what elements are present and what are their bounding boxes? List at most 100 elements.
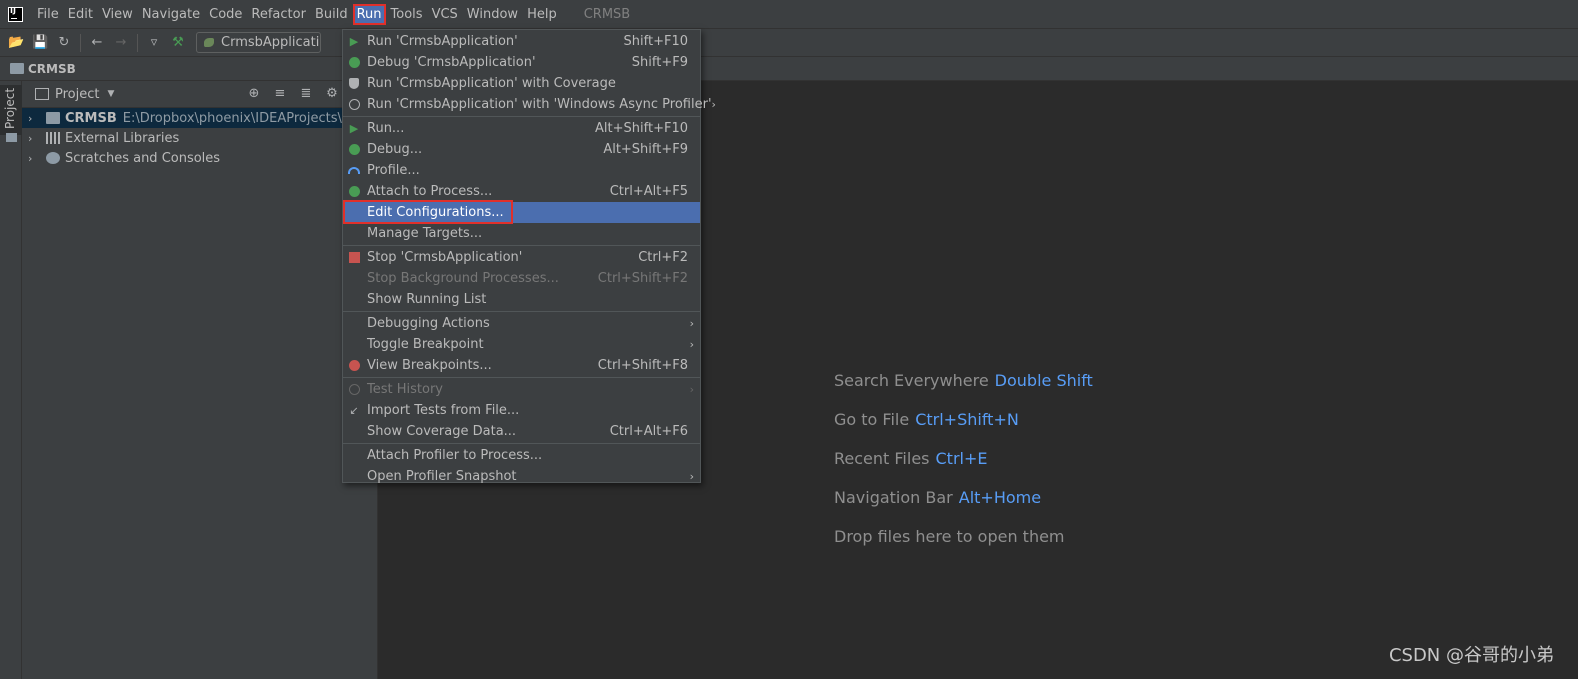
window-project-title: CRMSB bbox=[583, 6, 631, 22]
blank-icon-slot bbox=[348, 207, 360, 219]
menu-bar: FileEditViewNavigateCodeRefactorBuildRun… bbox=[0, 0, 1578, 29]
chevron-right-icon[interactable]: › bbox=[28, 132, 40, 145]
menu-view[interactable]: View bbox=[98, 4, 137, 25]
run-menu-item-debug-crmsbapplication[interactable]: Debug 'CrmsbApplication' Shift+F9 bbox=[343, 52, 700, 73]
expand-all-icon[interactable]: ≡ bbox=[272, 86, 288, 102]
run-menu-item-view-breakpoints[interactable]: View Breakpoints... Ctrl+Shift+F8 bbox=[343, 355, 700, 376]
open-folder-icon[interactable]: 📂 bbox=[8, 35, 24, 51]
run-menu-item-debug[interactable]: Debug... Alt+Shift+F9 bbox=[343, 139, 700, 160]
user-dropdown-icon[interactable]: ▿ bbox=[146, 35, 162, 51]
tree-row[interactable]: › External Libraries bbox=[22, 128, 377, 148]
submenu-chevron-icon: › bbox=[689, 317, 694, 330]
run-menu-item-show-running-list[interactable]: Show Running List bbox=[343, 289, 700, 310]
menu-edit[interactable]: Edit bbox=[64, 4, 97, 25]
menu-build[interactable]: Build bbox=[311, 4, 352, 25]
menu-code[interactable]: Code bbox=[205, 4, 246, 25]
menu-item-shortcut: Shift+F10 bbox=[623, 34, 688, 49]
run-menu-item-attach-to-process[interactable]: Attach to Process... Ctrl+Alt+F5 bbox=[343, 181, 700, 202]
menu-file[interactable]: File bbox=[33, 4, 63, 25]
run-menu-item-attach-profiler-to-process[interactable]: Attach Profiler to Process... bbox=[343, 445, 700, 466]
menu-item-shortcut: Ctrl+F2 bbox=[638, 250, 688, 265]
folder-icon bbox=[6, 133, 17, 142]
run-menu-item-stop-crmsbapplication[interactable]: Stop 'CrmsbApplication' Ctrl+F2 bbox=[343, 247, 700, 268]
tree-row[interactable]: › CRMSB E:\Dropbox\phoenix\IDEAProjects\CR… bbox=[22, 108, 377, 128]
tree-node-name: Scratches and Consoles bbox=[65, 150, 221, 166]
menu-help[interactable]: Help bbox=[523, 4, 561, 25]
back-arrow-icon[interactable]: ← bbox=[89, 35, 105, 51]
forward-arrow-icon[interactable]: → bbox=[113, 35, 129, 51]
project-folder-icon bbox=[10, 63, 24, 74]
menu-refactor[interactable]: Refactor bbox=[247, 4, 310, 25]
menu-separator bbox=[343, 116, 700, 117]
run-icon: ▶ bbox=[349, 34, 359, 48]
menu-navigate[interactable]: Navigate bbox=[138, 4, 204, 25]
blank-icon-slot bbox=[348, 228, 360, 240]
breakpoints-icon bbox=[348, 359, 360, 372]
menu-separator bbox=[343, 443, 700, 444]
tree-row[interactable]: › Scratches and Consoles bbox=[22, 148, 377, 168]
run-menu-item-edit-configurations[interactable]: Edit Configurations... bbox=[343, 200, 700, 224]
navigation-bar: CRMSB bbox=[0, 57, 1578, 81]
menu-item-label: View Breakpoints... bbox=[367, 358, 492, 373]
intellij-logo-icon bbox=[8, 6, 23, 22]
attach-icon bbox=[348, 185, 360, 198]
menu-item-label: Manage Targets... bbox=[367, 226, 483, 241]
menu-item-label: Attach Profiler to Process... bbox=[367, 448, 543, 463]
project-tool-tab[interactable]: Project bbox=[0, 85, 22, 135]
submenu-chevron-icon: › bbox=[689, 470, 694, 483]
import-icon: ↙ bbox=[349, 403, 359, 417]
run-menu-item-show-coverage-data[interactable]: Show Coverage Data... Ctrl+Alt+F6 bbox=[343, 421, 700, 442]
tree-node-path: E:\Dropbox\phoenix\IDEAProjects\CRM bbox=[122, 110, 372, 126]
project-view-selector[interactable]: Project bbox=[55, 87, 99, 102]
run-menu-dropdown: ▶ Run 'CrmsbApplication' Shift+F10 Debug 'C… bbox=[342, 29, 716, 484]
menu-item-label: Run 'CrmsbApplication' bbox=[367, 34, 518, 49]
blank-icon-slot bbox=[348, 294, 360, 306]
navbar-project-name[interactable]: CRMSB bbox=[28, 62, 76, 76]
chevron-down-icon[interactable]: ▼ bbox=[107, 89, 114, 99]
run-menu-item-import-tests-from-file[interactable]: ↙ Import Tests from File... bbox=[343, 400, 700, 421]
menu-item-label: Show Coverage Data... bbox=[367, 424, 517, 439]
menu-window[interactable]: Window bbox=[463, 4, 522, 25]
sync-icon[interactable]: ↻ bbox=[56, 35, 72, 51]
run-menu-item-run-crmsbapplication-with-windows-async-profiler[interactable]: Run 'CrmsbApplication' with 'Windows Asy… bbox=[343, 94, 716, 115]
run-menu-item-stop-background-processes: Stop Background Processes... Ctrl+Shift+F… bbox=[343, 268, 700, 289]
save-icon[interactable]: 💾 bbox=[32, 35, 48, 51]
main-toolbar: 📂 💾 ↻ ← → ▿ ⚒ CrmsbApplication bbox=[0, 29, 1578, 57]
module-folder-icon bbox=[46, 112, 60, 124]
menu-item-label: Edit Configurations... bbox=[367, 205, 504, 220]
scratches-icon bbox=[46, 152, 60, 164]
run-configuration-selector[interactable]: CrmsbApplication bbox=[196, 32, 321, 53]
editor-hint: Drop files here to open them bbox=[834, 527, 1093, 566]
submenu-chevron-icon: › bbox=[689, 383, 694, 396]
hint-shortcut: Ctrl+E bbox=[935, 449, 988, 468]
watermark: CSDN @谷哥的小弟 bbox=[1388, 645, 1554, 666]
run-menu-item-run-crmsbapplication-with-coverage[interactable]: Run 'CrmsbApplication' with Coverage bbox=[343, 73, 700, 94]
menu-run[interactable]: Run bbox=[352, 3, 386, 25]
chevron-right-icon[interactable]: › bbox=[28, 112, 40, 125]
collapse-all-icon[interactable]: ≣ bbox=[298, 86, 314, 102]
locate-icon[interactable]: ⊕ bbox=[246, 86, 262, 102]
chevron-right-icon[interactable]: › bbox=[28, 152, 40, 165]
menu-item-label: Show Running List bbox=[367, 292, 487, 307]
project-panel: Project ▼ ⊕ ≡ ≣ ⚙ › CRMSB E:\Dropbox\phoen… bbox=[22, 81, 378, 679]
run-icon: ▶ bbox=[349, 121, 359, 135]
menu-item-label: Attach to Process... bbox=[367, 184, 493, 199]
menu-vcs[interactable]: VCS bbox=[428, 4, 462, 25]
menu-item-label: Open Profiler Snapshot bbox=[367, 469, 517, 484]
menu-tools[interactable]: Tools bbox=[387, 4, 427, 25]
menu-item-label: Debugging Actions bbox=[367, 316, 490, 331]
settings-gear-icon[interactable]: ⚙ bbox=[324, 86, 340, 102]
menu-item-label: Toggle Breakpoint bbox=[367, 337, 484, 352]
debug-icon bbox=[348, 143, 360, 156]
history-icon bbox=[348, 383, 360, 396]
run-menu-item-manage-targets[interactable]: Manage Targets... bbox=[343, 223, 700, 244]
run-menu-item-run[interactable]: ▶ Run... Alt+Shift+F10 bbox=[343, 118, 700, 139]
hint-text: Go to File bbox=[834, 410, 910, 429]
run-menu-item-toggle-breakpoint[interactable]: Toggle Breakpoint › bbox=[343, 334, 700, 355]
run-menu-item-debugging-actions[interactable]: Debugging Actions › bbox=[343, 313, 700, 334]
run-menu-item-profile[interactable]: Profile... bbox=[343, 160, 700, 181]
run-menu-item-open-profiler-snapshot[interactable]: Open Profiler Snapshot › bbox=[343, 466, 700, 487]
build-hammer-icon[interactable]: ⚒ bbox=[170, 35, 186, 51]
menu-item-label: Run 'CrmsbApplication' with 'Windows Asy… bbox=[367, 97, 712, 112]
run-menu-item-run-crmsbapplication[interactable]: ▶ Run 'CrmsbApplication' Shift+F10 bbox=[343, 31, 700, 52]
